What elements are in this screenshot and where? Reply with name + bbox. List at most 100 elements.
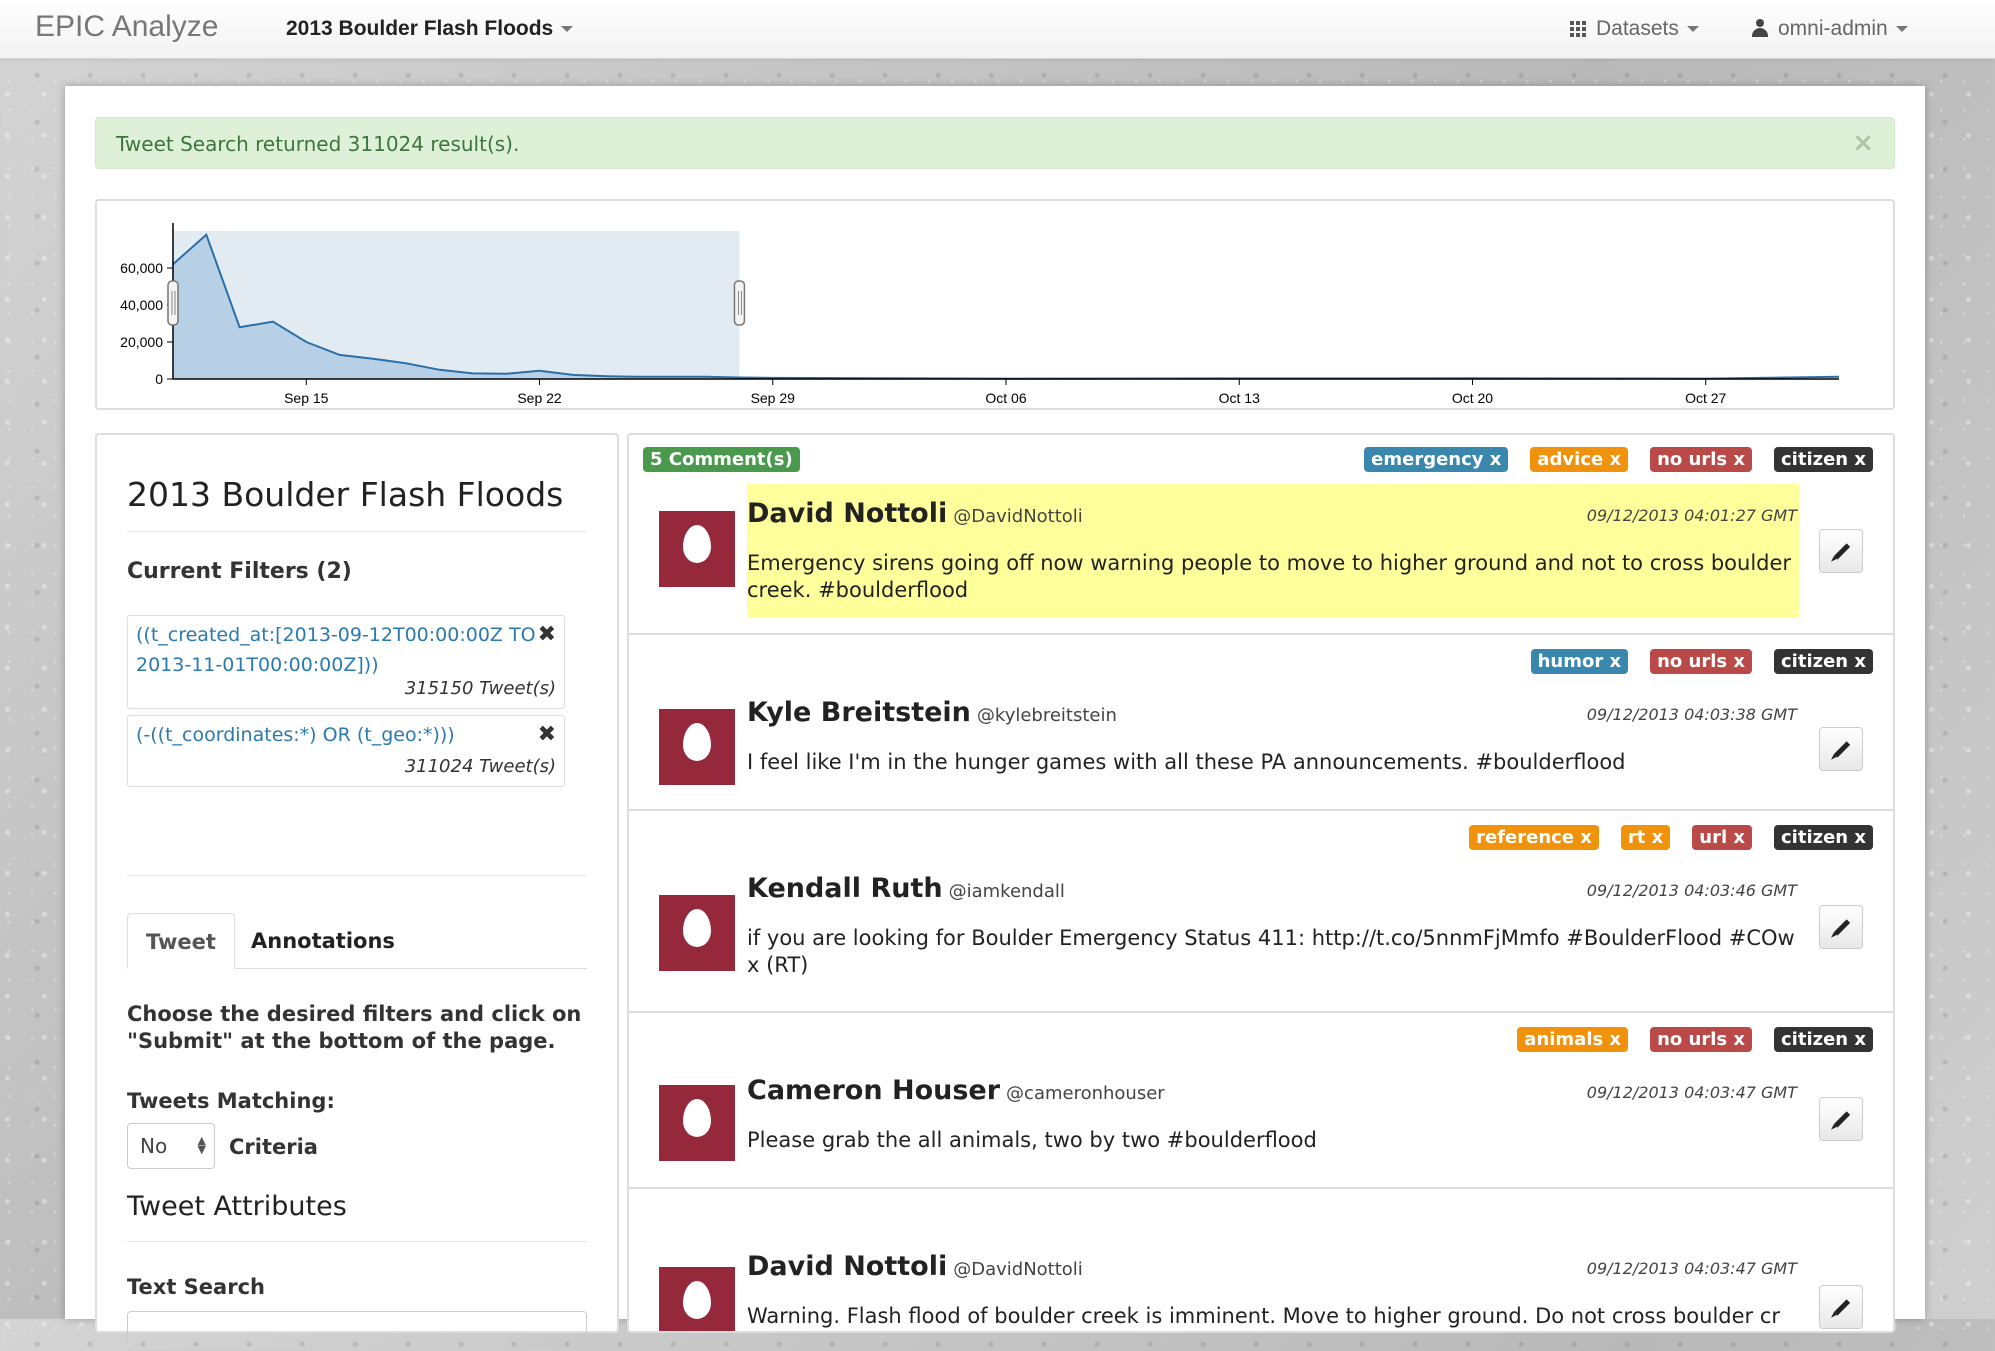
avatar[interactable]	[659, 709, 735, 785]
filter-item: ((t_created_at:[2013-09-12T00:00:00Z TO …	[127, 615, 565, 709]
pencil-icon	[1833, 741, 1851, 758]
dataset-title: 2013 Boulder Flash Floods	[127, 475, 564, 514]
y-tick-label: 40,000	[120, 297, 163, 313]
edit-annotation-button[interactable]	[1819, 905, 1863, 949]
x-tick-label: Oct 13	[1219, 390, 1260, 406]
tweet-content: David Nottoli @DavidNottoli 09/12/2013 04…	[747, 484, 1799, 618]
timeline-chart-svg[interactable]: 0 20,000 40,000 60,000 Sep 15 Sep 22 Sep 29 Oct…	[97, 201, 1893, 408]
tag-no-urls[interactable]: no urls x	[1650, 1027, 1752, 1052]
close-icon[interactable]: ×	[1852, 128, 1874, 158]
filter-query-link[interactable]: (-((t_coordinates:*) OR (t_geo:*)))	[136, 720, 536, 750]
tweet-card: humor x no urls x citizen x Kyle Breitst…	[629, 637, 1893, 811]
tag-citizen[interactable]: citizen x	[1774, 649, 1873, 674]
tweet-timestamp: 09/12/2013 04:03:46 GMT	[1586, 881, 1797, 900]
datasets-menu-label: Datasets	[1596, 17, 1679, 40]
tweet-author[interactable]: Kendall Ruth @iamkendall	[747, 873, 1065, 904]
filter-sidebar: 2013 Boulder Flash Floods Current Filter…	[95, 433, 619, 1351]
tweet-content: Cameron Houser @cameronhouser 09/12/2013 …	[747, 1075, 1799, 1175]
remove-filter-icon[interactable]: ✖	[538, 622, 556, 647]
author-name: Cameron Houser	[747, 1075, 1001, 1106]
filter-query-link[interactable]: ((t_created_at:[2013-09-12T00:00:00Z TO …	[136, 620, 536, 680]
author-name: David Nottoli	[747, 498, 948, 529]
tag-no-urls[interactable]: no urls x	[1650, 649, 1752, 674]
edit-annotation-button[interactable]	[1819, 529, 1863, 573]
edit-annotation-button[interactable]	[1819, 727, 1863, 771]
tweet-list: 5 Comment(s) emergency x advice x no url…	[627, 433, 1895, 1333]
avatar[interactable]	[659, 1085, 735, 1161]
tweet-author[interactable]: Kyle Breitstein @kylebreitstein	[747, 697, 1117, 728]
author-handle: @cameronhouser	[1006, 1083, 1165, 1104]
tweet-author[interactable]: David Nottoli @DavidNottoli	[747, 1251, 1083, 1282]
annotation-tags: reference x rt x url x citizen x	[1469, 825, 1873, 850]
tweet-attributes-heading: Tweet Attributes	[127, 1191, 347, 1222]
x-tick-label: Sep 29	[751, 390, 796, 406]
tweet-content: Kyle Breitstein @kylebreitstein 09/12/201…	[747, 697, 1799, 797]
caret-down-icon	[1895, 26, 1908, 33]
filter-item: (-((t_coordinates:*) OR (t_geo:*))) ✖ 31…	[127, 715, 565, 787]
tab-annotations[interactable]: Annotations	[233, 913, 413, 969]
filter-instructions: Choose the desired filters and click on …	[127, 1002, 582, 1053]
tag-citizen[interactable]: citizen x	[1774, 825, 1873, 850]
brush-handle[interactable]	[167, 280, 179, 326]
search-result-alert: Tweet Search returned 311024 result(s). …	[95, 117, 1895, 169]
user-menu[interactable]: omni-admin	[1752, 17, 1908, 41]
author-name: Kyle Breitstein	[747, 697, 971, 728]
edit-annotation-button[interactable]	[1819, 1285, 1863, 1329]
tag-emergency[interactable]: emergency x	[1364, 447, 1509, 472]
navbar: EPIC Analyze 2013 Boulder Flash Floods D…	[0, 0, 1995, 59]
select-arrows-icon: ▲ ▼	[197, 1134, 206, 1156]
pencil-icon	[1833, 1111, 1851, 1128]
avatar[interactable]	[659, 895, 735, 971]
comment-count-badge[interactable]: 5 Comment(s)	[643, 447, 800, 472]
x-tick-label: Oct 27	[1685, 390, 1726, 406]
remove-filter-icon[interactable]: ✖	[538, 722, 556, 747]
criteria-label: Criteria	[229, 1135, 318, 1159]
dataset-dropdown-label: 2013 Boulder Flash Floods	[286, 17, 554, 40]
author-name: Kendall Ruth	[747, 873, 943, 904]
tweets-matching-label: Tweets Matching:	[127, 1089, 335, 1113]
tag-url[interactable]: url x	[1692, 825, 1752, 850]
annotation-tags: humor x no urls x citizen x	[1530, 649, 1873, 674]
current-filters-heading: Current Filters (2)	[127, 559, 352, 584]
annotation-tags: emergency x advice x no urls x citizen x	[1364, 447, 1873, 472]
matching-select[interactable]: No ▲ ▼	[127, 1123, 215, 1169]
filter-tweet-count: 315150 Tweet(s)	[404, 678, 556, 699]
tweet-author[interactable]: David Nottoli @DavidNottoli	[747, 498, 1083, 529]
brush-handle[interactable]	[733, 280, 746, 326]
tag-advice[interactable]: advice x	[1530, 447, 1629, 472]
tweet-timestamp: 09/12/2013 04:03:47 GMT	[1586, 1083, 1797, 1102]
tag-rt[interactable]: rt x	[1620, 825, 1671, 850]
tweet-text: Emergency sirens going off now warning p…	[747, 551, 1792, 602]
tag-reference[interactable]: reference x	[1469, 825, 1599, 850]
y-tick-label: 20,000	[120, 334, 163, 350]
x-tick-label: Sep 22	[517, 390, 562, 406]
tag-citizen[interactable]: citizen x	[1774, 1027, 1873, 1052]
tag-animals[interactable]: animals x	[1517, 1027, 1629, 1052]
text-search-input[interactable]	[127, 1311, 587, 1351]
avatar[interactable]	[659, 511, 735, 587]
tweet-text: Please grab the all animals, two by two …	[747, 1128, 1317, 1152]
tweet-timestamp: 09/12/2013 04:01:27 GMT	[1586, 506, 1797, 525]
pencil-icon	[1833, 543, 1851, 560]
author-name: David Nottoli	[747, 1251, 948, 1282]
tweet-card: animals x no urls x citizen x Cameron Ho…	[629, 1015, 1893, 1189]
tag-no-urls[interactable]: no urls x	[1650, 447, 1752, 472]
tweet-timestamp: 09/12/2013 04:03:47 GMT	[1586, 1259, 1797, 1278]
tab-tweet[interactable]: Tweet	[127, 913, 235, 969]
tag-humor[interactable]: humor x	[1530, 649, 1629, 674]
tweet-content: Kendall Ruth @iamkendall 09/12/2013 04:03…	[747, 873, 1799, 1003]
filter-tabs: Tweet Annotations	[127, 913, 587, 969]
tweet-text: I feel like I'm in the hunger games with…	[747, 750, 1626, 774]
brand-logo[interactable]: EPIC Analyze	[35, 10, 218, 44]
pencil-icon	[1833, 1299, 1851, 1316]
dataset-dropdown[interactable]: 2013 Boulder Flash Floods	[286, 17, 574, 41]
tweet-author[interactable]: Cameron Houser @cameronhouser	[747, 1075, 1165, 1106]
tag-citizen[interactable]: citizen x	[1774, 447, 1873, 472]
text-search-label: Text Search	[127, 1275, 265, 1299]
edit-annotation-button[interactable]	[1819, 1097, 1863, 1141]
tweet-text: if you are looking for Boulder Emergency…	[747, 926, 1795, 977]
divider	[127, 531, 587, 532]
datasets-menu[interactable]: Datasets	[1570, 17, 1699, 41]
avatar[interactable]	[659, 1267, 735, 1331]
x-tick-label: Oct 20	[1452, 390, 1493, 406]
